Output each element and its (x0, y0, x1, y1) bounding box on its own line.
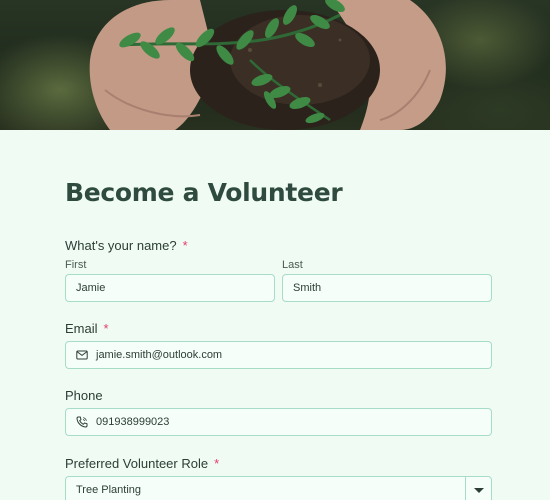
last-name-field[interactable]: Smith (282, 274, 492, 302)
email-question-label: Email * (65, 321, 109, 337)
phone-icon (76, 416, 88, 428)
name-label-text: What's your name? (65, 238, 177, 253)
first-name-value: Jamie (76, 282, 106, 294)
hero-image (0, 0, 550, 130)
first-name-label: First (65, 259, 87, 271)
role-selected-value: Tree Planting (76, 484, 142, 496)
phone-question-label: Phone (65, 388, 103, 404)
volunteer-form: Become a Volunteer What's your name? * Fi… (65, 175, 492, 500)
first-name-field[interactable]: Jamie (65, 274, 275, 302)
name-question-label: What's your name? * (65, 238, 188, 254)
role-label-text: Preferred Volunteer Role (65, 456, 209, 471)
page-title: Become a Volunteer (65, 178, 343, 207)
required-marker: * (103, 321, 109, 336)
chevron-down-icon (473, 487, 484, 493)
phone-field[interactable]: 091938999023 (65, 408, 492, 436)
phone-label-text: Phone (65, 388, 103, 403)
envelope-icon (76, 350, 88, 360)
volunteer-role-select[interactable]: Tree Planting (65, 476, 492, 500)
email-value: jamie.smith@outlook.com (96, 349, 223, 361)
required-marker: * (214, 456, 220, 471)
last-name-value: Smith (293, 282, 322, 294)
phone-value: 091938999023 (96, 416, 170, 428)
email-label-text: Email (65, 321, 98, 336)
last-name-label: Last (282, 259, 303, 271)
role-question-label: Preferred Volunteer Role * (65, 456, 219, 472)
required-marker: * (182, 238, 188, 253)
seedling-photo (89, 0, 446, 130)
email-field[interactable]: jamie.smith@outlook.com (65, 341, 492, 369)
dropdown-toggle[interactable] (465, 477, 491, 500)
